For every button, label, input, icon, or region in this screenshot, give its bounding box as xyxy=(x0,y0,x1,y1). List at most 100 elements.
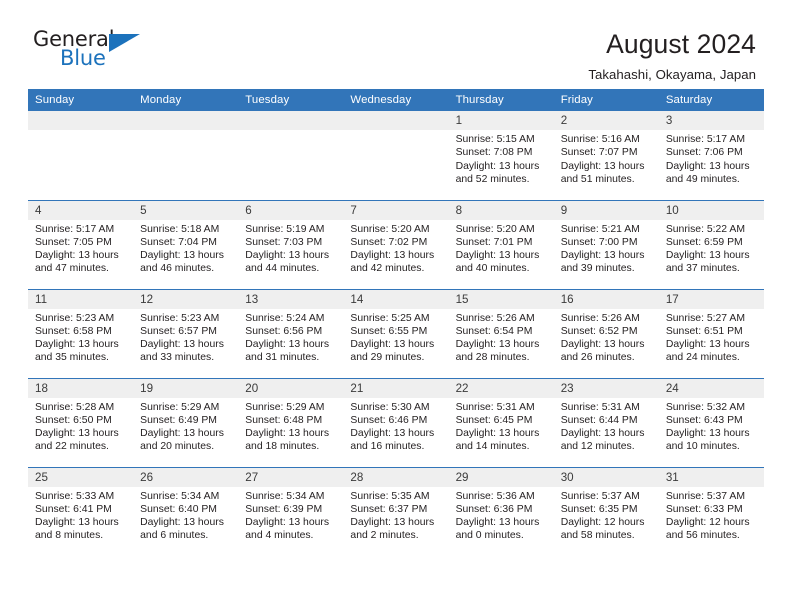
daylight-duration-line2: and 51 minutes. xyxy=(560,173,635,185)
daylight-duration-line2: and 6 minutes. xyxy=(140,530,209,542)
calendar-day-cell[interactable]: 10 Sunrise: 5:22 AM Sunset: 6:59 PM Dayligh… xyxy=(658,199,764,289)
day-details: Sunrise: 5:35 AM Sunset: 6:37 PM Daylight:… xyxy=(343,487,448,543)
daylight-duration-line1: Daylight: 13 hours xyxy=(140,517,224,529)
calendar-day-cell[interactable]: 19 Sunrise: 5:29 AM Sunset: 6:49 PM Dayligh… xyxy=(133,377,239,467)
calendar-day-cell[interactable]: 13 Sunrise: 5:24 AM Sunset: 6:56 PM Dayligh… xyxy=(238,288,344,378)
sunset-time: Sunset: 6:55 PM xyxy=(350,325,428,337)
day-details: Sunrise: 5:29 AM Sunset: 6:49 PM Daylight:… xyxy=(133,398,238,454)
sunset-time: Sunset: 6:54 PM xyxy=(455,325,533,337)
calendar-day-cell[interactable]: 21 Sunrise: 5:30 AM Sunset: 6:46 PM Dayligh… xyxy=(343,377,449,467)
day-number: 24 xyxy=(658,378,764,398)
daylight-duration-line2: and 46 minutes. xyxy=(140,263,215,275)
day-details: Sunrise: 5:20 AM Sunset: 7:01 PM Daylight:… xyxy=(449,220,554,276)
daylight-duration-line2: and 31 minutes. xyxy=(245,352,320,364)
sunset-time: Sunset: 6:59 PM xyxy=(665,236,743,248)
calendar-day-cell[interactable]: 3 Sunrise: 5:17 AM Sunset: 7:06 PM Daylight… xyxy=(658,111,764,200)
calendar-day-cell[interactable]: 25 Sunrise: 5:33 AM Sunset: 6:41 PM Dayligh… xyxy=(28,466,134,556)
daylight-duration-line2: and 26 minutes. xyxy=(560,352,635,364)
calendar-day-cell[interactable]: 31 Sunrise: 5:37 AM Sunset: 6:33 PM Dayligh… xyxy=(658,466,764,556)
calendar-day-cell[interactable]: 9 Sunrise: 5:21 AM Sunset: 7:00 PM Daylight… xyxy=(553,199,659,289)
calendar-day-cell[interactable]: 8 Sunrise: 5:20 AM Sunset: 7:01 PM Daylight… xyxy=(448,199,554,289)
daylight-duration-line1: Daylight: 13 hours xyxy=(455,517,540,529)
sunrise-time: Sunrise: 5:25 AM xyxy=(350,312,430,324)
day-number: 23 xyxy=(553,378,659,398)
sunset-time: Sunset: 6:44 PM xyxy=(560,414,638,426)
daylight-duration-line1: Daylight: 13 hours xyxy=(35,250,119,262)
calendar-day-cell[interactable]: 5 Sunrise: 5:18 AM Sunset: 7:04 PM Daylight… xyxy=(133,199,239,289)
daylight-duration-line1: Daylight: 12 hours xyxy=(665,517,750,529)
day-number: 12 xyxy=(133,289,239,309)
calendar-day-cell[interactable]: 12 Sunrise: 5:23 AM Sunset: 6:57 PM Dayligh… xyxy=(133,288,239,378)
daylight-duration-line1: Daylight: 13 hours xyxy=(140,428,224,440)
daylight-duration-line1: Daylight: 13 hours xyxy=(140,250,224,262)
day-number: 13 xyxy=(238,289,344,309)
weekday-header-sunday: Sunday xyxy=(28,89,134,111)
calendar-day-cell[interactable]: 4 Sunrise: 5:17 AM Sunset: 7:05 PM Daylight… xyxy=(28,199,134,289)
day-number: 27 xyxy=(238,467,344,487)
day-details: Sunrise: 5:15 AM Sunset: 7:08 PM Daylight:… xyxy=(449,130,554,186)
sunrise-time: Sunrise: 5:30 AM xyxy=(350,401,430,413)
calendar-day-cell[interactable]: 7 Sunrise: 5:20 AM Sunset: 7:02 PM Daylight… xyxy=(343,199,449,289)
daylight-duration-line2: and 33 minutes. xyxy=(140,352,215,364)
day-details: Sunrise: 5:34 AM Sunset: 6:39 PM Daylight:… xyxy=(238,487,343,543)
calendar-day-cell[interactable]: 24 Sunrise: 5:32 AM Sunset: 6:43 PM Dayligh… xyxy=(658,377,764,467)
daylight-duration-line1: Daylight: 13 hours xyxy=(245,428,330,440)
day-number: 15 xyxy=(448,289,554,309)
calendar-day-cell[interactable]: 15 Sunrise: 5:26 AM Sunset: 6:54 PM Dayligh… xyxy=(448,288,554,378)
day-number: 4 xyxy=(28,200,134,220)
weekday-header-wednesday: Wednesday xyxy=(343,89,449,111)
calendar-day-cell[interactable]: 17 Sunrise: 5:27 AM Sunset: 6:51 PM Dayligh… xyxy=(658,288,764,378)
calendar-day-cell[interactable]: 28 Sunrise: 5:35 AM Sunset: 6:37 PM Dayligh… xyxy=(343,466,449,556)
day-details: Sunrise: 5:17 AM Sunset: 7:05 PM Daylight:… xyxy=(28,220,133,276)
sunrise-time: Sunrise: 5:37 AM xyxy=(665,490,745,502)
calendar-day-cell[interactable]: 20 Sunrise: 5:29 AM Sunset: 6:48 PM Dayligh… xyxy=(238,377,344,467)
calendar-day-cell[interactable]: 18 Sunrise: 5:28 AM Sunset: 6:50 PM Dayligh… xyxy=(28,377,134,467)
calendar-day-cell[interactable]: 1 Sunrise: 5:15 AM Sunset: 7:08 PM Daylight… xyxy=(448,111,554,200)
sunrise-time: Sunrise: 5:29 AM xyxy=(140,401,220,413)
calendar-day-cell[interactable]: 26 Sunrise: 5:34 AM Sunset: 6:40 PM Dayligh… xyxy=(133,466,239,556)
weekday-header-thursday: Thursday xyxy=(448,89,554,111)
day-details: Sunrise: 5:36 AM Sunset: 6:36 PM Daylight:… xyxy=(449,487,554,543)
daylight-duration-line2: and 14 minutes. xyxy=(455,441,530,453)
day-number: 18 xyxy=(28,378,134,398)
daylight-duration-line1: Daylight: 13 hours xyxy=(350,428,435,440)
calendar-week-row: 11 Sunrise: 5:23 AM Sunset: 6:58 PM Dayligh… xyxy=(28,288,764,378)
day-details: Sunrise: 5:29 AM Sunset: 6:48 PM Daylight:… xyxy=(238,398,343,454)
calendar-day-cell[interactable]: 14 Sunrise: 5:25 AM Sunset: 6:55 PM Dayligh… xyxy=(343,288,449,378)
day-number: 21 xyxy=(343,378,449,398)
calendar-day-cell[interactable]: 27 Sunrise: 5:34 AM Sunset: 6:39 PM Dayligh… xyxy=(238,466,344,556)
general-blue-logo[interactable]: General Blue xyxy=(33,28,153,74)
title-block: August 2024 Takahashi, Okayama, Japan xyxy=(588,28,756,81)
daylight-duration-line2: and 29 minutes. xyxy=(350,352,425,364)
calendar-day-cell[interactable]: 30 Sunrise: 5:37 AM Sunset: 6:35 PM Dayligh… xyxy=(553,466,659,556)
sunrise-time: Sunrise: 5:18 AM xyxy=(140,223,220,235)
day-number: 26 xyxy=(133,467,239,487)
day-details: Sunrise: 5:24 AM Sunset: 6:56 PM Daylight:… xyxy=(238,309,343,365)
daylight-duration-line1: Daylight: 13 hours xyxy=(245,517,330,529)
calendar-day-cell[interactable]: 29 Sunrise: 5:36 AM Sunset: 6:36 PM Dayligh… xyxy=(448,466,554,556)
calendar-day-cell[interactable]: 22 Sunrise: 5:31 AM Sunset: 6:45 PM Dayligh… xyxy=(448,377,554,467)
day-number: 2 xyxy=(553,111,659,130)
calendar-day-cell[interactable]: 16 Sunrise: 5:26 AM Sunset: 6:52 PM Dayligh… xyxy=(553,288,659,378)
sunrise-time: Sunrise: 5:21 AM xyxy=(560,223,640,235)
daylight-duration-line2: and 8 minutes. xyxy=(35,530,104,542)
calendar-day-cell[interactable]: 23 Sunrise: 5:31 AM Sunset: 6:44 PM Dayligh… xyxy=(553,377,659,467)
daylight-duration-line1: Daylight: 13 hours xyxy=(350,339,435,351)
sunset-time: Sunset: 6:33 PM xyxy=(665,503,743,515)
daylight-duration-line1: Daylight: 13 hours xyxy=(560,160,645,172)
sunset-time: Sunset: 6:57 PM xyxy=(140,325,217,337)
day-number: 17 xyxy=(658,289,764,309)
day-number: 1 xyxy=(448,111,554,130)
day-details: Sunrise: 5:37 AM Sunset: 6:35 PM Daylight:… xyxy=(554,487,659,543)
calendar-day-cell[interactable]: 11 Sunrise: 5:23 AM Sunset: 6:58 PM Dayligh… xyxy=(28,288,134,378)
calendar-day-cell[interactable]: 6 Sunrise: 5:19 AM Sunset: 7:03 PM Daylight… xyxy=(238,199,344,289)
day-number: 6 xyxy=(238,200,344,220)
calendar-page: General Blue August 2024 Takahashi, Okay… xyxy=(0,0,792,612)
sunset-time: Sunset: 7:08 PM xyxy=(455,147,533,159)
calendar-day-cell[interactable]: 2 Sunrise: 5:16 AM Sunset: 7:07 PM Daylight… xyxy=(553,111,659,200)
sunset-time: Sunset: 6:50 PM xyxy=(35,414,112,426)
sunset-time: Sunset: 6:49 PM xyxy=(140,414,217,426)
daylight-duration-line1: Daylight: 13 hours xyxy=(560,428,645,440)
sunrise-time: Sunrise: 5:23 AM xyxy=(140,312,220,324)
daylight-duration-line2: and 39 minutes. xyxy=(560,263,635,275)
